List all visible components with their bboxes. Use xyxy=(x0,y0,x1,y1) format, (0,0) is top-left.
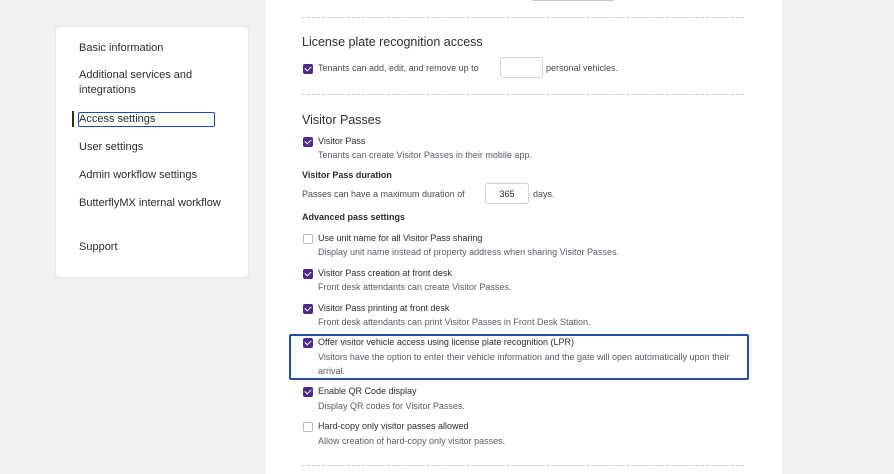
option-desc: Front desk attendants can print Visitor … xyxy=(318,317,591,327)
duration-prefix: Passes can have a maximum duration of xyxy=(302,189,465,199)
lpr-option-suffix: personal vehicles. xyxy=(546,63,619,73)
option-title: Hard-copy only visitor passes allowed xyxy=(318,421,469,431)
qr-code-checkbox[interactable] xyxy=(303,387,313,397)
sidebar-item-basic-information[interactable]: Basic information xyxy=(79,41,229,56)
advanced-title: Advanced pass settings xyxy=(302,212,406,222)
visitor-pass-desc: Tenants can create Visitor Passes in the… xyxy=(318,150,532,160)
option-desc: Display unit name instead of property ad… xyxy=(318,247,619,257)
option-title: Visitor Pass printing at front desk xyxy=(318,303,450,313)
duration-days-input[interactable]: 365 xyxy=(485,183,529,204)
sidebar-item-internal-workflow[interactable]: ButterflyMX internal workflow xyxy=(79,196,229,211)
settings-main-panel: License plate recognition access Tenants… xyxy=(265,0,782,474)
focused-option-outline xyxy=(289,334,749,380)
sidebar-item-admin-workflow[interactable]: Admin workflow settings xyxy=(79,168,229,183)
lpr-option-prefix: Tenants can add, edit, and remove up to xyxy=(318,63,479,73)
duration-title: Visitor Pass duration xyxy=(302,170,392,180)
section-divider xyxy=(302,94,744,95)
option-desc: Front desk attendants can create Visitor… xyxy=(318,282,512,292)
lpr-section-title: License plate recognition access xyxy=(302,35,483,49)
option-title: Use unit name for all Visitor Pass shari… xyxy=(318,233,483,243)
sidebar-item-support[interactable]: Support xyxy=(79,240,229,255)
visitor-section-title: Visitor Passes xyxy=(302,113,381,127)
front-desk-printing-checkbox[interactable] xyxy=(303,304,313,314)
option-desc: Allow creation of hard-copy only visitor… xyxy=(318,436,506,446)
settings-sidebar: Basic information Additional services an… xyxy=(56,27,248,277)
section-divider xyxy=(302,465,744,466)
visitor-pass-title: Visitor Pass xyxy=(318,136,366,146)
front-desk-creation-checkbox[interactable] xyxy=(303,269,313,279)
vehicle-limit-input[interactable] xyxy=(500,57,543,78)
lpr-tenant-checkbox[interactable] xyxy=(303,64,313,74)
unit-name-checkbox[interactable] xyxy=(303,234,313,244)
option-title: Visitor Pass creation at front desk xyxy=(318,268,452,278)
option-title: Enable QR Code display xyxy=(318,386,417,396)
duration-suffix: days. xyxy=(533,189,555,199)
sidebar-item-additional-services[interactable]: Additional services and integrations xyxy=(79,68,229,98)
scrolled-content-stub xyxy=(532,0,614,1)
sidebar-item-user-settings[interactable]: User settings xyxy=(79,140,229,155)
visitor-pass-checkbox[interactable] xyxy=(303,137,313,147)
hard-copy-checkbox[interactable] xyxy=(303,422,313,432)
section-divider xyxy=(302,17,744,18)
active-indicator xyxy=(72,111,74,127)
option-desc: Display QR codes for Visitor Passes. xyxy=(318,401,465,411)
sidebar-item-access-settings[interactable]: Access settings xyxy=(79,112,229,127)
